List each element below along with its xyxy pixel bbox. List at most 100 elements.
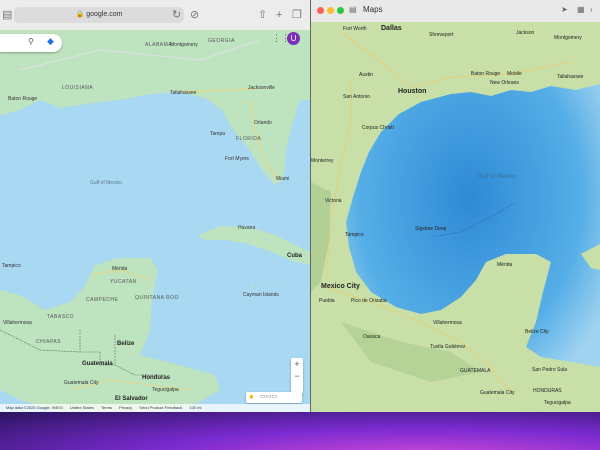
apple-map-label-15[interactable]: Tampico	[345, 232, 364, 238]
google-map-label-23[interactable]: Cayman Islands	[243, 292, 279, 298]
map-search-box[interactable]: ⚲ ◆	[0, 34, 62, 52]
google-map-label-14[interactable]: Gulf of Mexico	[90, 180, 122, 186]
gulf-label: Gulf of Mexico	[477, 174, 517, 180]
google-map-label-20[interactable]: Villahermosa	[3, 320, 32, 326]
minimize-button[interactable]	[327, 7, 334, 14]
footer-link-privacy[interactable]: Privacy	[119, 405, 132, 410]
apple-map-label-9[interactable]: San Antonio	[343, 94, 370, 100]
apple-map-label-23[interactable]: Tuxtla Gutiérrez	[430, 344, 465, 350]
footer-link-terms[interactable]: Terms	[101, 405, 112, 410]
footer-link-feedback[interactable]: Send Product Feedback	[139, 405, 182, 410]
google-map-label-3[interactable]: LOUISIANA	[62, 85, 93, 91]
apple-map-landmass	[311, 22, 600, 412]
apple-map-label-28[interactable]: Tegucigalpa	[544, 400, 571, 406]
google-map-label-16[interactable]: YUCATAN	[110, 279, 137, 285]
google-map-label-7[interactable]: Orlando	[254, 120, 272, 126]
apple-map-label-17[interactable]: Mexico City	[321, 283, 360, 290]
address-bar[interactable]: 🔒 google.com	[14, 7, 184, 23]
apple-map-label-27[interactable]: San Pedro Sula	[532, 367, 567, 373]
new-tab-icon[interactable]: +	[276, 8, 282, 22]
location-arrow-icon[interactable]: ➤	[561, 5, 568, 14]
maps-toolbar: ▤ Maps ➤ ▦ ›	[311, 0, 600, 23]
apple-map-label-0[interactable]: Dallas	[381, 25, 402, 32]
map-layers-control[interactable]: ● ▭▭▭	[246, 392, 302, 403]
google-map-label-12[interactable]: Havana	[238, 225, 255, 231]
share-icon[interactable]: ⇧	[258, 8, 267, 22]
google-map-label-4[interactable]: Jacksonville	[248, 85, 275, 91]
google-map-label-1[interactable]: GEORGIA	[208, 38, 235, 44]
apple-map-label-8[interactable]: Tallahassee	[557, 74, 583, 80]
reload-icon[interactable]: ↻	[172, 8, 181, 22]
url-text: google.com	[86, 11, 123, 18]
apple-map-label-6[interactable]: Baton Rouge	[471, 71, 500, 77]
apple-map-canvas[interactable]: Dallas Fort Worth Shreveport Jackson Montgom…	[311, 22, 600, 412]
google-map-label-19[interactable]: TABASCO	[47, 314, 74, 320]
desktop-wallpaper	[0, 412, 600, 450]
apple-map-label-11[interactable]: New Orleans	[490, 80, 519, 86]
apple-map-label-12[interactable]: Corpus Christi	[362, 125, 394, 131]
apple-map-label-18[interactable]: Puebla	[319, 298, 335, 304]
apple-map-label-5[interactable]: Austin	[359, 72, 373, 78]
zoom-controls: + −	[291, 358, 303, 394]
google-map-label-9[interactable]: FLORIDA	[236, 136, 261, 142]
directions-icon[interactable]: ◆	[47, 36, 54, 47]
account-avatar[interactable]: U	[287, 32, 300, 45]
zoom-out-button[interactable]: −	[291, 370, 303, 382]
google-map-label-6[interactable]: Baton Rouge	[8, 96, 37, 102]
map-mode-icon[interactable]: ▦	[577, 5, 585, 14]
more-icon[interactable]: ›	[590, 5, 593, 14]
google-map-label-11[interactable]: Miami	[276, 176, 289, 182]
sidebar-icon[interactable]: ▤	[349, 5, 357, 14]
sidebar-icon[interactable]: ▤	[2, 8, 12, 22]
google-map-label-8[interactable]: Tampa	[210, 131, 225, 137]
apple-map-label-3[interactable]: Jackson	[516, 30, 534, 36]
google-map-label-24[interactable]: Guatemala	[82, 361, 113, 367]
google-map-label-5[interactable]: Tallahassee	[170, 90, 196, 96]
apple-map-label-29[interactable]: Sigsbee Deep	[415, 226, 446, 232]
apple-map-label-25[interactable]: Guatemala City	[480, 390, 514, 396]
apple-map-label-4[interactable]: Montgomery	[554, 35, 582, 41]
google-map-label-22[interactable]: Belize	[117, 341, 134, 347]
google-map-label-25[interactable]: Honduras	[142, 375, 170, 381]
google-map-label-15[interactable]: Mérida	[112, 266, 127, 272]
apple-map-label-19[interactable]: Pico de Orizaba	[351, 298, 387, 304]
google-map-label-21[interactable]: CHIAPAS	[36, 339, 61, 345]
privacy-icon[interactable]: ⊘	[190, 8, 199, 22]
google-map-canvas[interactable]: ⚲ ◆ ⋮⋮ U ALABAMA GEORGIA Montgomery LOUISIA…	[0, 30, 310, 412]
apple-map-label-16[interactable]: Mérida	[497, 262, 512, 268]
google-map-label-29[interactable]: Tampico	[2, 263, 21, 269]
google-map-label-13[interactable]: Cuba	[287, 253, 302, 259]
close-button[interactable]	[317, 7, 324, 14]
apple-map-label-1[interactable]: Fort Worth	[343, 26, 367, 32]
google-map-label-17[interactable]: CAMPECHE	[86, 297, 118, 303]
apple-map-label-2[interactable]: Shreveport	[429, 32, 453, 38]
apple-map-label-13[interactable]: Monterrey	[311, 158, 334, 164]
safari-toolbar: ▤ 🔒 google.com ↻ ⊘ ⇧ + ❐	[0, 0, 310, 31]
window-title: Maps	[363, 5, 383, 14]
footer-attribution: Map data ©2025 Google, INEGI	[6, 405, 63, 410]
search-icon[interactable]: ⚲	[28, 37, 34, 46]
apple-map-label-7[interactable]: Mobile	[507, 71, 522, 77]
layers-icon[interactable]: ▭▭▭	[260, 393, 277, 400]
pegman-icon[interactable]: ●	[249, 392, 254, 401]
zoom-in-button[interactable]: +	[291, 358, 303, 370]
apple-map-label-10[interactable]: Houston	[398, 88, 426, 95]
apple-map-label-22[interactable]: Oaxaca	[363, 334, 380, 340]
google-map-label-18[interactable]: QUINTANA ROO	[135, 295, 179, 301]
google-map-label-26[interactable]: Tegucigalpa	[152, 387, 179, 393]
apple-map-label-20[interactable]: Villahermosa	[433, 320, 462, 326]
apple-map-label-21[interactable]: Belize City	[525, 329, 549, 335]
apple-map-label-24[interactable]: GUATEMALA	[460, 368, 490, 374]
tabs-overview-icon[interactable]: ❐	[292, 8, 302, 22]
google-map-label-27[interactable]: Guatemala City	[64, 380, 98, 386]
map-footer: Map data ©2025 Google, INEGI United Stat…	[0, 404, 310, 412]
google-map-label-0[interactable]: ALABAMA	[145, 42, 172, 48]
zoom-button[interactable]	[337, 7, 344, 14]
apple-map-label-14[interactable]: Victoria	[325, 198, 342, 204]
apple-maps-window: ▤ Maps ➤ ▦ › Dallas Fort Worth Shrevepor…	[311, 0, 600, 412]
footer-link-us[interactable]: United States	[70, 405, 94, 410]
google-map-label-10[interactable]: Fort Myers	[225, 156, 249, 162]
google-map-label-28[interactable]: El Salvador	[115, 396, 148, 402]
google-map-label-2[interactable]: Montgomery	[170, 42, 198, 48]
apple-map-label-26[interactable]: HONDURAS	[533, 388, 562, 394]
